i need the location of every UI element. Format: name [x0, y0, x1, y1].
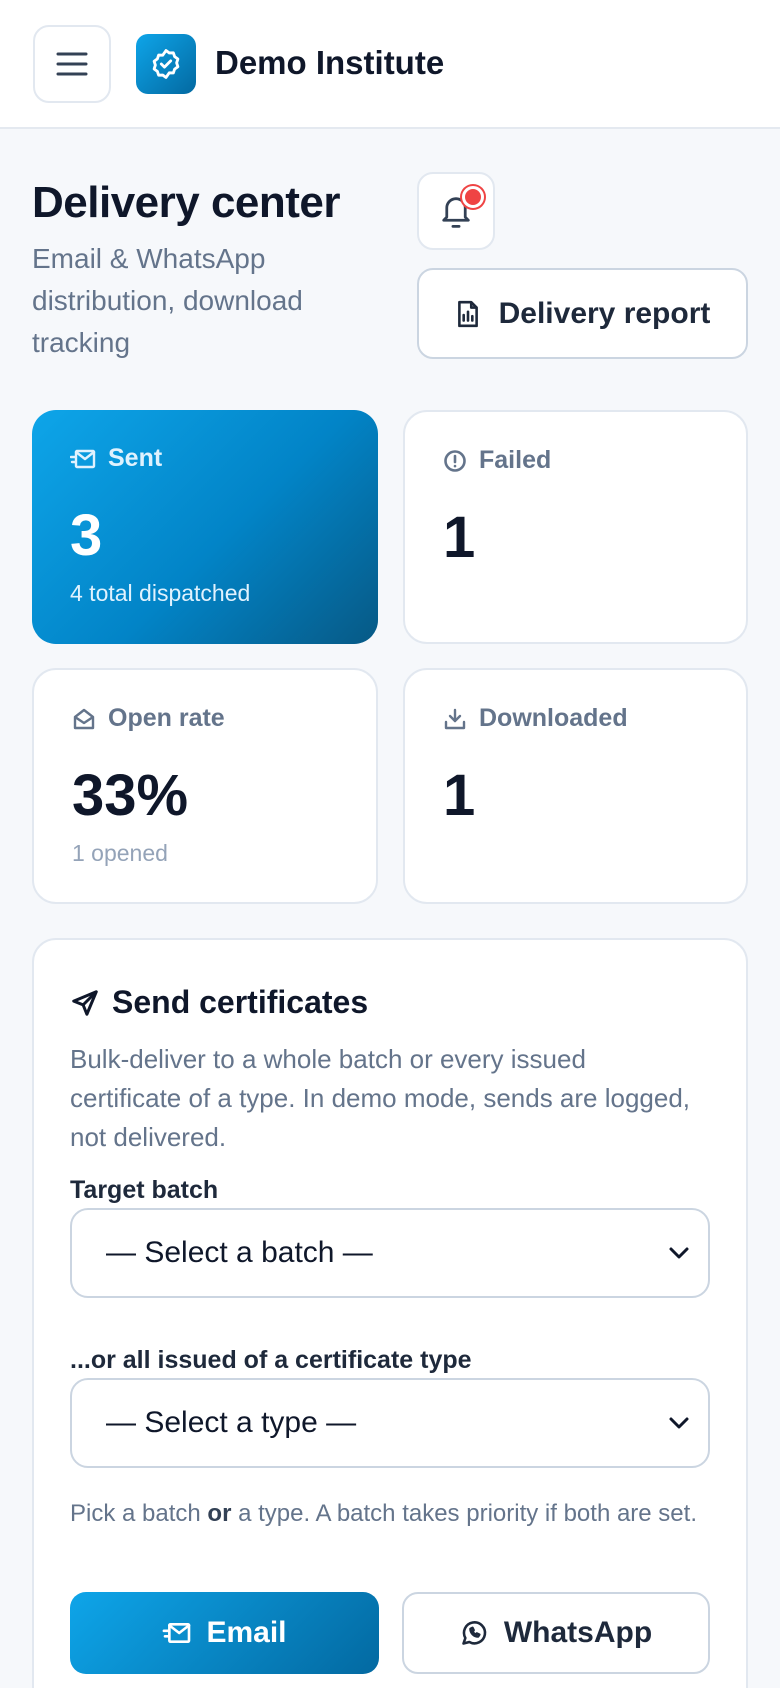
page-subtitle: Email & WhatsApp distribution, download … [32, 243, 303, 358]
stat-label-sent: Sent [70, 444, 162, 473]
whatsapp-icon [460, 1619, 488, 1647]
stat-card-open-rate: Open rate 33% 1 opened [32, 668, 378, 904]
type-select-value: — Select a type — [106, 1406, 357, 1439]
stat-card-sent: Sent 3 4 total dispatched [32, 410, 378, 644]
certificate-type-select[interactable]: — Select a type — [70, 1378, 710, 1468]
send-certificates-panel: Send certificates Bulk-deliver to a whol… [32, 938, 748, 1688]
send-email-button[interactable]: Email [70, 1592, 379, 1674]
stat-note-sent: 4 total dispatched [70, 580, 251, 606]
mail-send-icon [162, 1621, 192, 1645]
stat-label-downloaded: Downloaded [443, 704, 628, 733]
menu-button[interactable] [33, 25, 111, 103]
send-certificates-title: Send certificates [70, 984, 368, 1021]
stat-card-downloaded: Downloaded 1 [403, 668, 748, 904]
stat-label-failed: Failed [443, 446, 551, 475]
report-icon [455, 300, 481, 328]
hamburger-icon [55, 50, 89, 78]
chevron-down-icon [668, 1416, 690, 1430]
mail-open-icon [72, 707, 96, 731]
brand-name[interactable]: Demo Institute [215, 44, 444, 82]
batch-select[interactable]: — Select a batch — [70, 1208, 710, 1298]
download-icon [443, 707, 467, 731]
delivery-report-button[interactable]: Delivery report [417, 268, 748, 359]
mail-send-icon [70, 448, 96, 470]
certificate-type-label: ...or all issued of a certificate type [70, 1346, 472, 1374]
chevron-down-icon [668, 1246, 690, 1260]
stat-label-open-rate: Open rate [72, 704, 225, 733]
notification-badge [462, 186, 484, 208]
stat-value-downloaded: 1 [443, 763, 476, 828]
alert-circle-icon [443, 449, 467, 473]
send-icon [70, 988, 100, 1018]
stat-value-sent: 3 [70, 503, 103, 568]
send-certificates-description: Bulk-deliver to a whole batch or every i… [70, 1044, 691, 1152]
badge-check-icon [149, 47, 183, 81]
delivery-report-label: Delivery report [498, 296, 711, 330]
batch-select-value: — Select a batch — [106, 1236, 373, 1269]
notifications-button[interactable] [417, 172, 495, 250]
stat-value-open-rate: 33% [72, 763, 189, 828]
stat-card-failed: Failed 1 [403, 410, 748, 644]
send-whatsapp-button[interactable]: WhatsApp [402, 1592, 710, 1674]
selection-hint: Pick a batch or a type. A batch takes pr… [70, 1500, 697, 1527]
top-bar: Demo Institute [0, 0, 780, 129]
stat-note-open-rate: 1 opened [72, 840, 168, 866]
stat-value-failed: 1 [443, 505, 476, 570]
page-title: Delivery center [32, 178, 341, 227]
target-batch-label: Target batch [70, 1176, 219, 1204]
app-logo[interactable] [136, 34, 196, 94]
